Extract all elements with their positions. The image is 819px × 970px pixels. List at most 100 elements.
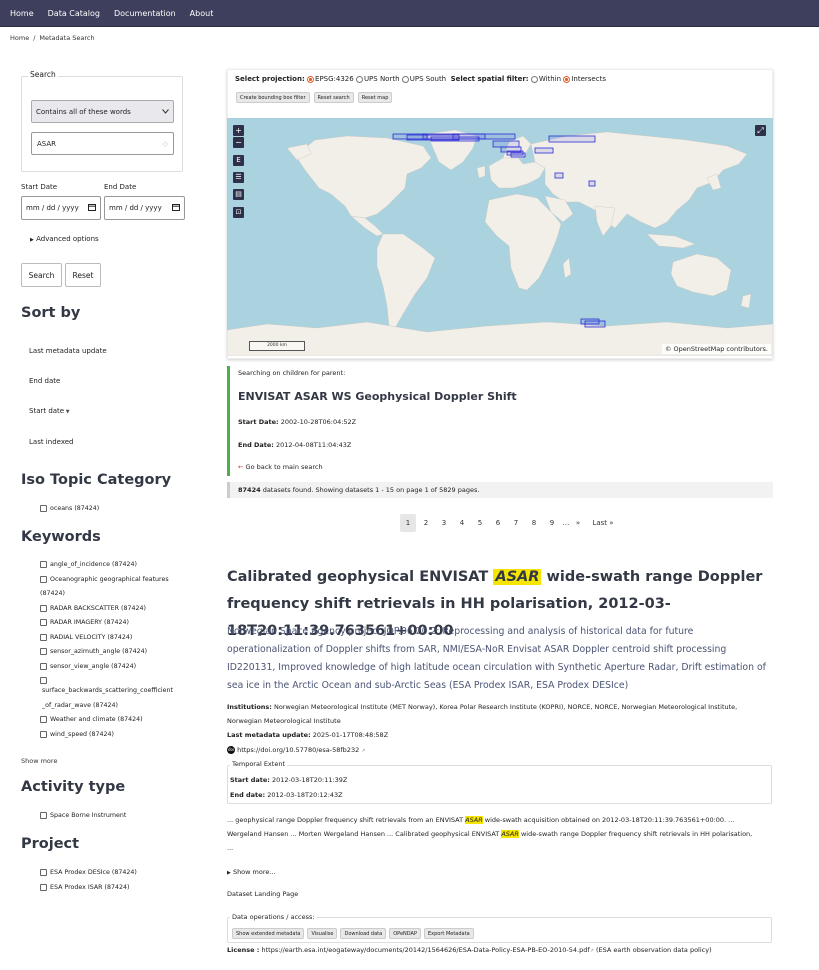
nav-documentation[interactable]: Documentation (107, 9, 183, 18)
parent-start-value: 2002-10-28T06:04:52Z (280, 418, 357, 426)
doi-icon: doi (227, 746, 235, 754)
keyword-option[interactable]: RADAR IMAGERY (87424) (40, 616, 210, 631)
activity-option[interactable]: Space Borne Instrument (40, 809, 126, 824)
page-5[interactable]: 5 (472, 514, 488, 532)
radio-ups-south[interactable] (401, 75, 409, 83)
project-label: ESA Prodex DESIce (87424) (50, 869, 137, 876)
page-2[interactable]: 2 (418, 514, 434, 532)
search-mode-select[interactable]: Contains all of these words (31, 100, 174, 123)
checkbox[interactable] (40, 869, 47, 876)
keyword-option[interactable]: Weather and climate (87424) (40, 713, 210, 728)
triangle-right-icon: ▶ (30, 237, 34, 243)
breadcrumb-home[interactable]: Home (10, 34, 29, 42)
page-7[interactable]: 7 (508, 514, 524, 532)
radio-within[interactable] (530, 75, 538, 83)
show-more-toggle[interactable]: ▶ Show more... (227, 865, 276, 880)
search-button[interactable]: Search (21, 263, 62, 287)
sort-end-date[interactable]: End date (29, 377, 60, 385)
checkbox[interactable] (40, 619, 47, 626)
keyword-label: Weather and climate (87424) (50, 716, 143, 723)
checkbox[interactable] (40, 662, 47, 670)
reset-search-button[interactable]: Reset search (313, 92, 354, 103)
sort-heading: Sort by (21, 305, 81, 321)
parent-start-date: Start Date: 2002-10-28T06:04:52Z (238, 418, 356, 426)
page-1[interactable]: 1 (400, 514, 416, 532)
page-9[interactable]: 9 (544, 514, 560, 532)
projection-option-label: EPSG:4326 (315, 75, 354, 83)
checkbox[interactable] (40, 730, 47, 738)
keyword-option[interactable]: wind_speed (87424) (40, 728, 210, 743)
sort-start-date[interactable]: Start date ▼ (29, 407, 70, 415)
clear-icon[interactable]: ◇ (163, 140, 168, 148)
checkbox[interactable] (40, 505, 47, 512)
nav-data-catalog[interactable]: Data Catalog (41, 9, 107, 18)
checkbox[interactable] (40, 561, 47, 568)
page-4[interactable]: 4 (454, 514, 470, 532)
keyword-option[interactable]: RADAR BACKSCATTER (87424) (40, 602, 210, 617)
license-link[interactable]: https://earth.esa.int/eogateway/document… (261, 946, 589, 954)
reset-map-button[interactable]: Reset map (357, 92, 393, 103)
page-next[interactable]: » (572, 514, 584, 532)
create-bbox-filter-button[interactable]: Create bounding box filter (236, 92, 310, 103)
parent-end-date: End Date: 2012-04-08T11:04:43Z (238, 441, 351, 449)
keyword-option[interactable]: sensor_azimuth_angle (87424) (40, 645, 210, 660)
map-scale-bar: 2000 km (249, 341, 305, 351)
keyword-option[interactable]: sensor_view_angle (87424) (40, 660, 210, 675)
calendar-icon[interactable] (172, 203, 180, 213)
extent-button[interactable]: E (233, 155, 244, 166)
page-last[interactable]: Last » (588, 514, 618, 532)
chevron-down-icon (162, 108, 169, 116)
page-8[interactable]: 8 (526, 514, 542, 532)
result-doi-link[interactable]: doi https://doi.org/10.57780/esa-58fb232… (227, 743, 366, 758)
advanced-options-toggle[interactable]: ▶ Advanced options (30, 235, 99, 243)
opendap-button[interactable]: OPeNDAP (389, 928, 421, 939)
checkbox[interactable] (40, 648, 47, 655)
checkbox[interactable] (40, 883, 47, 891)
radio-ups-north[interactable] (355, 75, 363, 83)
iso-oceans-option[interactable]: oceans (87424) (40, 502, 99, 517)
zoom-box-icon[interactable]: ⊡ (233, 207, 244, 218)
back-to-main-search-link[interactable]: ← Go back to main search (238, 463, 323, 471)
checkbox[interactable] (40, 677, 47, 684)
search-fieldset (21, 76, 183, 172)
sort-last-indexed[interactable]: Last indexed (29, 438, 74, 446)
fullscreen-icon[interactable]: ⤢ (755, 125, 766, 136)
keywords-show-more[interactable]: Show more (21, 757, 57, 765)
search-input[interactable]: ASAR ◇ (31, 132, 174, 155)
checkbox[interactable] (40, 633, 47, 641)
visualise-button[interactable]: Visualise (307, 928, 338, 939)
temporal-end: End date: 2012-03-18T20:12:43Z (230, 788, 343, 802)
nav-home[interactable]: Home (3, 9, 41, 18)
keyword-option[interactable]: angle_of_incidence (87424) (40, 558, 210, 573)
checkbox[interactable] (40, 716, 47, 723)
checkbox[interactable] (40, 575, 47, 583)
project-option[interactable]: ESA Prodex DESIce (87424) (40, 866, 137, 881)
nav-about[interactable]: About (183, 9, 221, 18)
page-6[interactable]: 6 (490, 514, 506, 532)
project-option[interactable]: ESA Prodex ISAR (87424) (40, 881, 137, 896)
sort-last-metadata-update[interactable]: Last metadata update (29, 347, 107, 355)
show-more-label: Show more... (232, 868, 276, 876)
snippet-highlight: ASAR (465, 816, 483, 824)
radio-intersects[interactable] (563, 75, 571, 83)
calendar-icon[interactable] (88, 203, 96, 213)
map-view[interactable]: + − E ☰ ▤ ⊡ ⤢ 2000 km © OpenStreetMap co… (227, 118, 773, 356)
start-date-input[interactable]: mm / dd / yyyy (21, 196, 101, 220)
keyword-option[interactable] (40, 674, 210, 684)
checkbox[interactable] (40, 604, 47, 612)
layers-icon[interactable]: ☰ (233, 172, 244, 183)
keyword-option[interactable]: Oceanographic geographical features (40, 573, 210, 588)
radio-epsg4326[interactable] (307, 75, 315, 83)
zoom-out-button[interactable]: − (233, 137, 244, 148)
dataset-landing-page-link[interactable]: Dataset Landing Page (227, 887, 298, 901)
reset-button[interactable]: Reset (65, 263, 101, 287)
download-data-button[interactable]: Download data (340, 928, 387, 939)
show-extended-metadata-button[interactable]: Show extended metadata (232, 928, 305, 939)
end-date-input[interactable]: mm / dd / yyyy (104, 196, 185, 220)
page-3[interactable]: 3 (436, 514, 452, 532)
keyword-option[interactable]: RADIAL VELOCITY (87424) (40, 631, 210, 646)
checkbox[interactable] (40, 812, 47, 819)
zoom-in-button[interactable]: + (233, 125, 244, 136)
list-icon[interactable]: ▤ (233, 189, 244, 200)
export-metadata-button[interactable]: Export Metadata (424, 928, 474, 939)
